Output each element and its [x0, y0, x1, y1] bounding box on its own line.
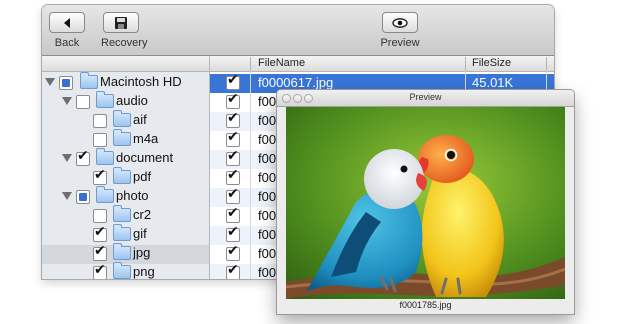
tree-checkbox[interactable]: [93, 262, 107, 279]
tree-item-audio[interactable]: audio: [42, 91, 209, 112]
save-disk-icon: [115, 16, 127, 29]
tree-item-label: jpg: [133, 245, 151, 260]
file-name: f00: [258, 189, 277, 204]
file-checkbox[interactable]: [226, 186, 240, 204]
disclosure-triangle-icon[interactable]: [62, 154, 72, 162]
tree-checkbox[interactable]: [93, 167, 107, 185]
tree-checkbox[interactable]: [93, 114, 107, 128]
tree-item-label: Macintosh HD: [100, 74, 182, 89]
tree-item-aif[interactable]: aif: [42, 110, 209, 131]
preview-filename: f0001785.jpg: [399, 300, 452, 310]
file-name: f00: [258, 170, 277, 185]
folder-icon: [96, 91, 114, 108]
disclosure-triangle-icon[interactable]: [62, 192, 72, 200]
back-button[interactable]: Back: [47, 12, 87, 49]
file-name: f0000617.jpg: [258, 75, 334, 90]
file-name: f00: [258, 94, 277, 109]
tree-item-cr2[interactable]: cr2: [42, 205, 209, 226]
tree-checkbox[interactable]: [93, 224, 107, 242]
tree-checkbox[interactable]: [93, 133, 107, 147]
tree-item-label: audio: [116, 93, 148, 108]
file-name: f00: [258, 265, 277, 279]
file-checkbox[interactable]: [226, 243, 240, 261]
folder-icon: [113, 224, 131, 241]
back-arrow-icon: [64, 17, 70, 28]
file-checkbox[interactable]: [226, 205, 240, 223]
tree-checkbox[interactable]: [93, 209, 107, 223]
tree-checkbox[interactable]: [76, 148, 90, 166]
folder-icon: [113, 110, 131, 127]
tree-item-label: gif: [133, 226, 147, 241]
preview-image: [286, 107, 565, 299]
column-header-filename[interactable]: FileName: [258, 57, 305, 69]
file-name: f00: [258, 246, 277, 261]
preview-window: Preview f0001785.jpg: [277, 90, 574, 314]
folder-tree: Macintosh HD audio aif m4a document: [42, 56, 210, 279]
tree-checkbox[interactable]: [76, 190, 90, 204]
tree-checkbox[interactable]: [76, 95, 90, 109]
tree-item-m4a[interactable]: m4a: [42, 129, 209, 150]
folder-icon: [113, 167, 131, 184]
tree-item-document[interactable]: document: [42, 148, 209, 169]
preview-label: Preview: [380, 37, 420, 49]
tree-item-gif[interactable]: gif: [42, 224, 209, 245]
file-name: f00: [258, 208, 277, 223]
tree-item-label: m4a: [133, 131, 159, 146]
file-checkbox[interactable]: [226, 262, 240, 279]
folder-icon: [113, 129, 131, 146]
file-list-header: FileName FileSize: [210, 56, 554, 72]
folder-icon: [113, 262, 131, 279]
tree-item-png[interactable]: png: [42, 262, 209, 279]
file-size: 45.01K: [472, 75, 514, 90]
tree-item-pdf[interactable]: pdf: [42, 167, 209, 188]
tree-checkbox[interactable]: [93, 243, 107, 261]
tree-item-label: cr2: [133, 207, 152, 222]
tree-item-label: png: [133, 264, 155, 279]
tree-item-label: pdf: [133, 169, 152, 184]
toolbar: Back Recovery Preview: [42, 5, 554, 56]
file-checkbox[interactable]: [226, 148, 240, 166]
tree-item-label: photo: [116, 188, 149, 203]
back-label: Back: [54, 37, 80, 49]
column-header-filesize[interactable]: FileSize: [472, 57, 511, 69]
tree-item-macintosh-hd[interactable]: Macintosh HD: [42, 72, 209, 93]
folder-icon: [80, 72, 98, 89]
lovebirds-photo: [286, 107, 565, 299]
file-checkbox[interactable]: [226, 91, 240, 109]
folder-icon: [113, 243, 131, 260]
file-name: f00: [258, 227, 277, 242]
sidebar-header: [42, 56, 209, 72]
folder-icon: [96, 186, 114, 203]
file-checkbox[interactable]: [226, 110, 240, 128]
eye-icon: [392, 17, 408, 28]
file-name: f00: [258, 132, 277, 147]
tree-item-label: aif: [133, 112, 147, 127]
tree-item-jpg[interactable]: jpg: [42, 243, 209, 264]
tree-checkbox[interactable]: [59, 76, 73, 90]
file-name: f00: [258, 151, 277, 166]
preview-window-title: Preview: [409, 92, 442, 102]
preview-button[interactable]: Preview: [380, 12, 420, 49]
file-checkbox[interactable]: [226, 224, 240, 242]
recovery-button[interactable]: Recovery: [101, 12, 148, 49]
tree-item-label: document: [116, 150, 174, 165]
file-checkbox[interactable]: [226, 167, 240, 185]
recovery-label: Recovery: [101, 37, 148, 49]
file-name: f00: [258, 113, 277, 128]
file-checkbox[interactable]: [226, 129, 240, 147]
preview-titlebar[interactable]: Preview: [277, 90, 574, 107]
folder-icon: [96, 148, 114, 165]
tree-item-photo[interactable]: photo: [42, 186, 209, 207]
file-checkbox[interactable]: [226, 72, 240, 90]
folder-icon: [113, 205, 131, 222]
disclosure-triangle-icon[interactable]: [45, 78, 55, 86]
disclosure-triangle-icon[interactable]: [62, 97, 72, 105]
